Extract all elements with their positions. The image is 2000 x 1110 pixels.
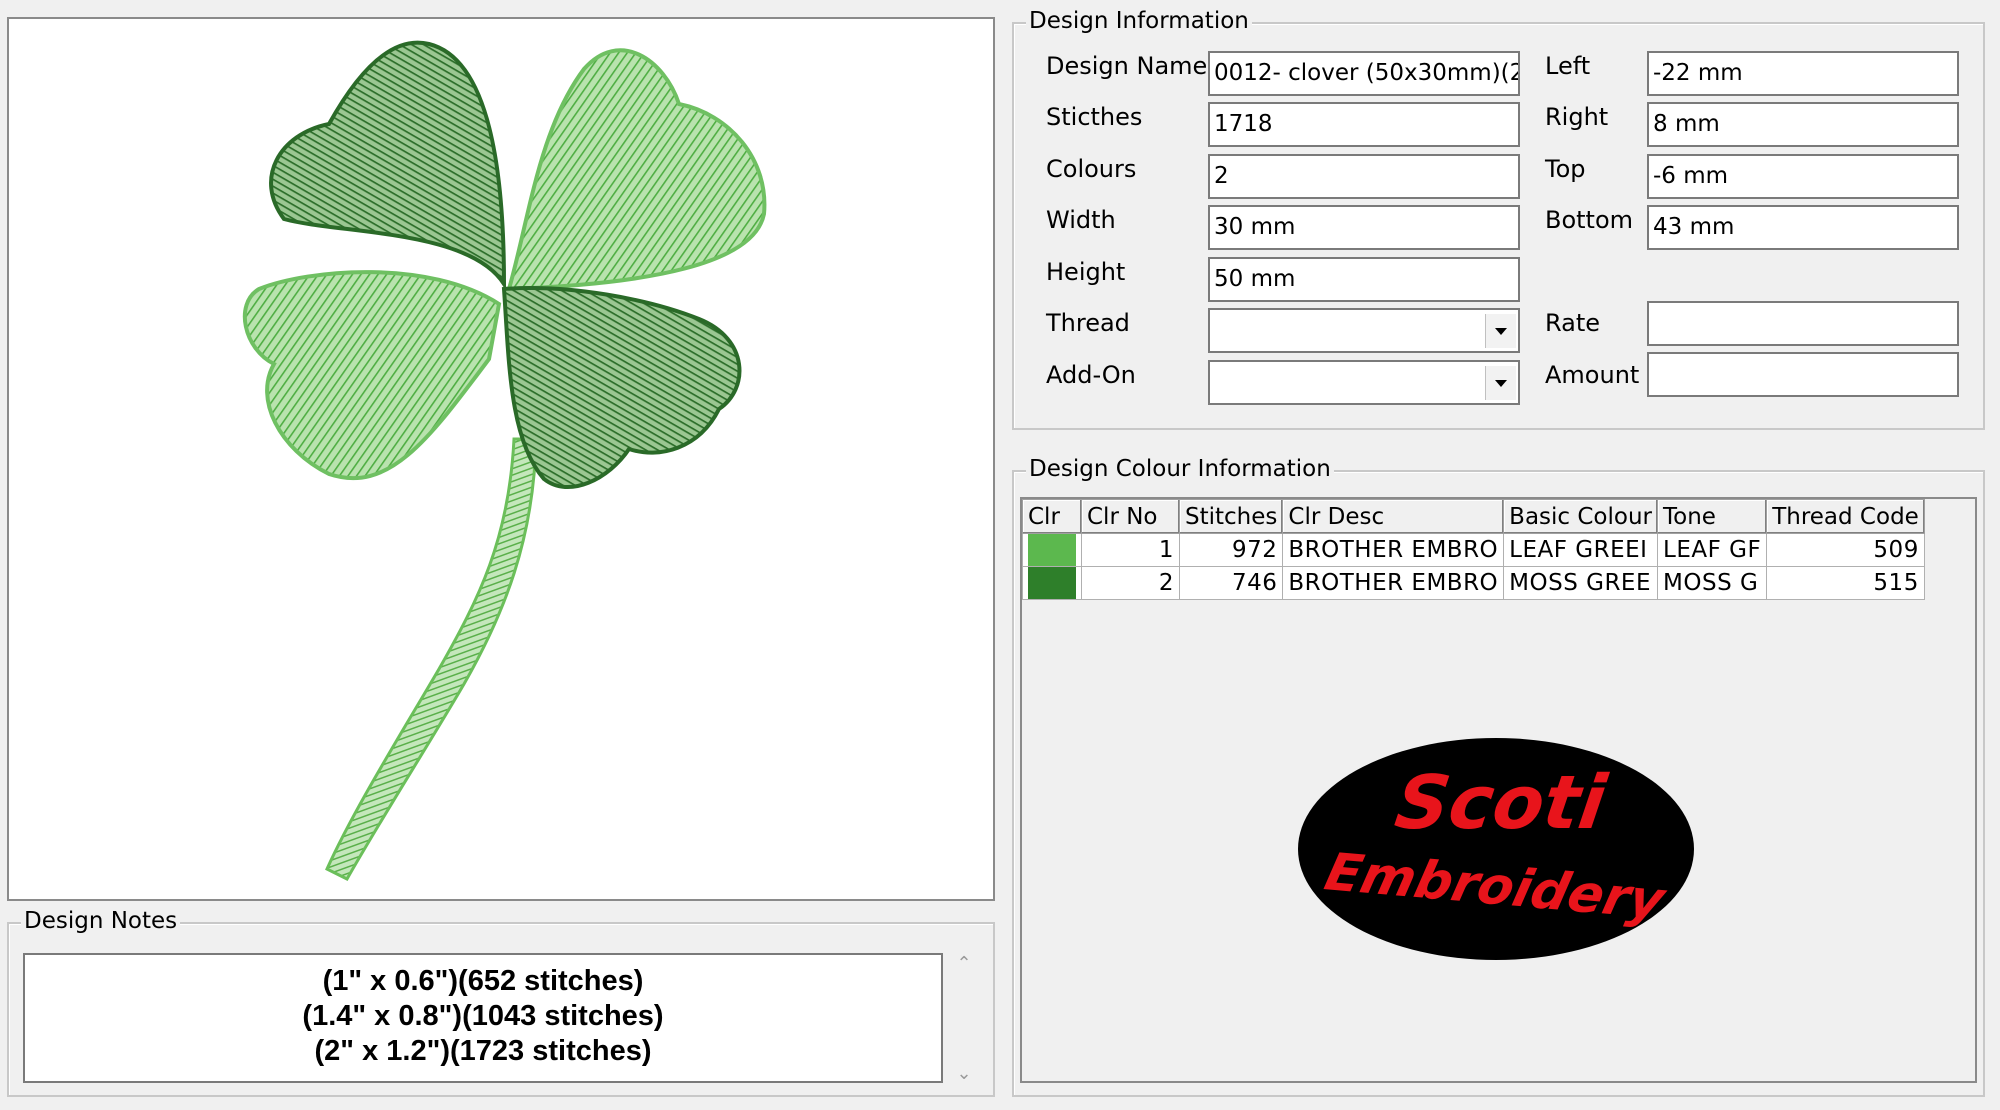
- add-on-select[interactable]: [1208, 360, 1520, 405]
- add-on-label: Add-On: [1046, 361, 1136, 389]
- design-notes-title: Design Notes: [21, 908, 181, 934]
- clover-embroidery-image: [242, 40, 767, 881]
- basic-colour-cell: LEAF GREEI: [1503, 533, 1659, 567]
- colours-label: Colours: [1046, 155, 1137, 183]
- top-field[interactable]: -6 mm: [1647, 154, 1959, 199]
- table-row[interactable]: 1 972 BROTHER EMBRO LEAF GREEI LEAF GF 5…: [1022, 533, 1925, 567]
- thread-dropdown-button[interactable]: [1485, 314, 1516, 348]
- leaf-bottom-right: [501, 286, 742, 490]
- amount-label: Amount: [1545, 361, 1640, 389]
- note-line: (1" x 0.6")(652 stitches): [322, 965, 644, 997]
- thread-code-cell: 509: [1766, 533, 1925, 567]
- width-label: Width: [1046, 206, 1116, 234]
- design-notes-text[interactable]: (1" x 0.6")(652 stitches) (1.4" x 0.8")(…: [23, 953, 943, 1083]
- basic-colour-cell: MOSS GREE: [1503, 566, 1659, 600]
- clr-no-cell: 2: [1081, 566, 1180, 600]
- colour-swatch: [1022, 533, 1082, 567]
- design-information-title: Design Information: [1026, 8, 1252, 34]
- design-colour-information-title: Design Colour Information: [1026, 456, 1334, 482]
- thread-select[interactable]: [1208, 308, 1520, 353]
- leaf-top-right: [506, 48, 767, 292]
- stitches-field[interactable]: 1718: [1208, 102, 1520, 147]
- table-row[interactable]: 2 746 BROTHER EMBRO MOSS GREE MOSS G 515: [1022, 566, 1925, 600]
- stitches-label: Sticthes: [1046, 103, 1143, 131]
- column-header-clr[interactable]: Clr: [1022, 499, 1082, 534]
- clr-desc-cell: BROTHER EMBRO: [1282, 566, 1505, 600]
- design-preview: [7, 17, 995, 901]
- scoti-embroidery-logo: Scoti Embroidery: [1298, 738, 1694, 960]
- logo-line1: Scoti: [1390, 759, 1612, 846]
- colour-swatch: [1022, 566, 1082, 600]
- right-field[interactable]: 8 mm: [1647, 102, 1959, 147]
- design-name-label: Design Name: [1046, 52, 1208, 80]
- chevron-down-icon: [1495, 379, 1507, 387]
- thread-code-cell: 515: [1766, 566, 1925, 600]
- width-field[interactable]: 30 mm: [1208, 205, 1520, 250]
- chevron-down-icon: [1495, 327, 1507, 335]
- right-label: Right: [1545, 103, 1609, 131]
- stitches-cell: 746: [1178, 566, 1284, 600]
- height-label: Height: [1046, 258, 1126, 286]
- clr-desc-cell: BROTHER EMBRO: [1282, 533, 1505, 567]
- rate-field[interactable]: [1647, 301, 1959, 346]
- thread-label: Thread: [1046, 309, 1130, 337]
- tone-cell: LEAF GF: [1657, 533, 1768, 567]
- column-header-basic-colour[interactable]: Basic Colour: [1503, 499, 1659, 534]
- rate-label: Rate: [1545, 309, 1601, 337]
- add-on-dropdown-button[interactable]: [1485, 366, 1516, 400]
- note-line: (1.4" x 0.8")(1043 stitches): [302, 1000, 664, 1032]
- column-header-stitches[interactable]: Stitches: [1178, 499, 1284, 534]
- clover-stem: [325, 437, 538, 881]
- height-field[interactable]: 50 mm: [1208, 257, 1520, 302]
- left-field[interactable]: -22 mm: [1647, 51, 1959, 96]
- colour-table: Clr Clr No Stitches Clr Desc Basic Colou…: [1022, 499, 1925, 600]
- scroll-down-icon[interactable]: ⌄: [951, 1063, 977, 1084]
- scroll-up-icon[interactable]: ⌃: [951, 953, 977, 974]
- colours-field[interactable]: 2: [1208, 154, 1520, 199]
- leaf-bottom-left: [242, 270, 502, 481]
- tone-cell: MOSS G: [1657, 566, 1768, 600]
- column-header-clr-desc[interactable]: Clr Desc: [1282, 499, 1505, 534]
- bottom-label: Bottom: [1545, 206, 1634, 234]
- column-header-tone[interactable]: Tone: [1657, 499, 1768, 534]
- design-name-field[interactable]: 0012- clover (50x30mm)(2x1.2: [1208, 51, 1520, 96]
- amount-field[interactable]: [1647, 352, 1959, 397]
- left-label: Left: [1545, 52, 1591, 80]
- stitches-cell: 972: [1178, 533, 1284, 567]
- bottom-field[interactable]: 43 mm: [1647, 205, 1959, 250]
- notes-scrollbar[interactable]: ⌃ ⌄: [949, 953, 979, 1084]
- note-line: (2" x 1.2")(1723 stitches): [314, 1035, 652, 1067]
- column-header-thread-code[interactable]: Thread Code: [1766, 499, 1925, 534]
- column-header-clr-no[interactable]: Clr No: [1081, 499, 1180, 534]
- top-label: Top: [1545, 155, 1586, 183]
- table-header-row: Clr Clr No Stitches Clr Desc Basic Colou…: [1022, 499, 1925, 534]
- leaf-top-left: [269, 40, 507, 291]
- clr-no-cell: 1: [1081, 533, 1180, 567]
